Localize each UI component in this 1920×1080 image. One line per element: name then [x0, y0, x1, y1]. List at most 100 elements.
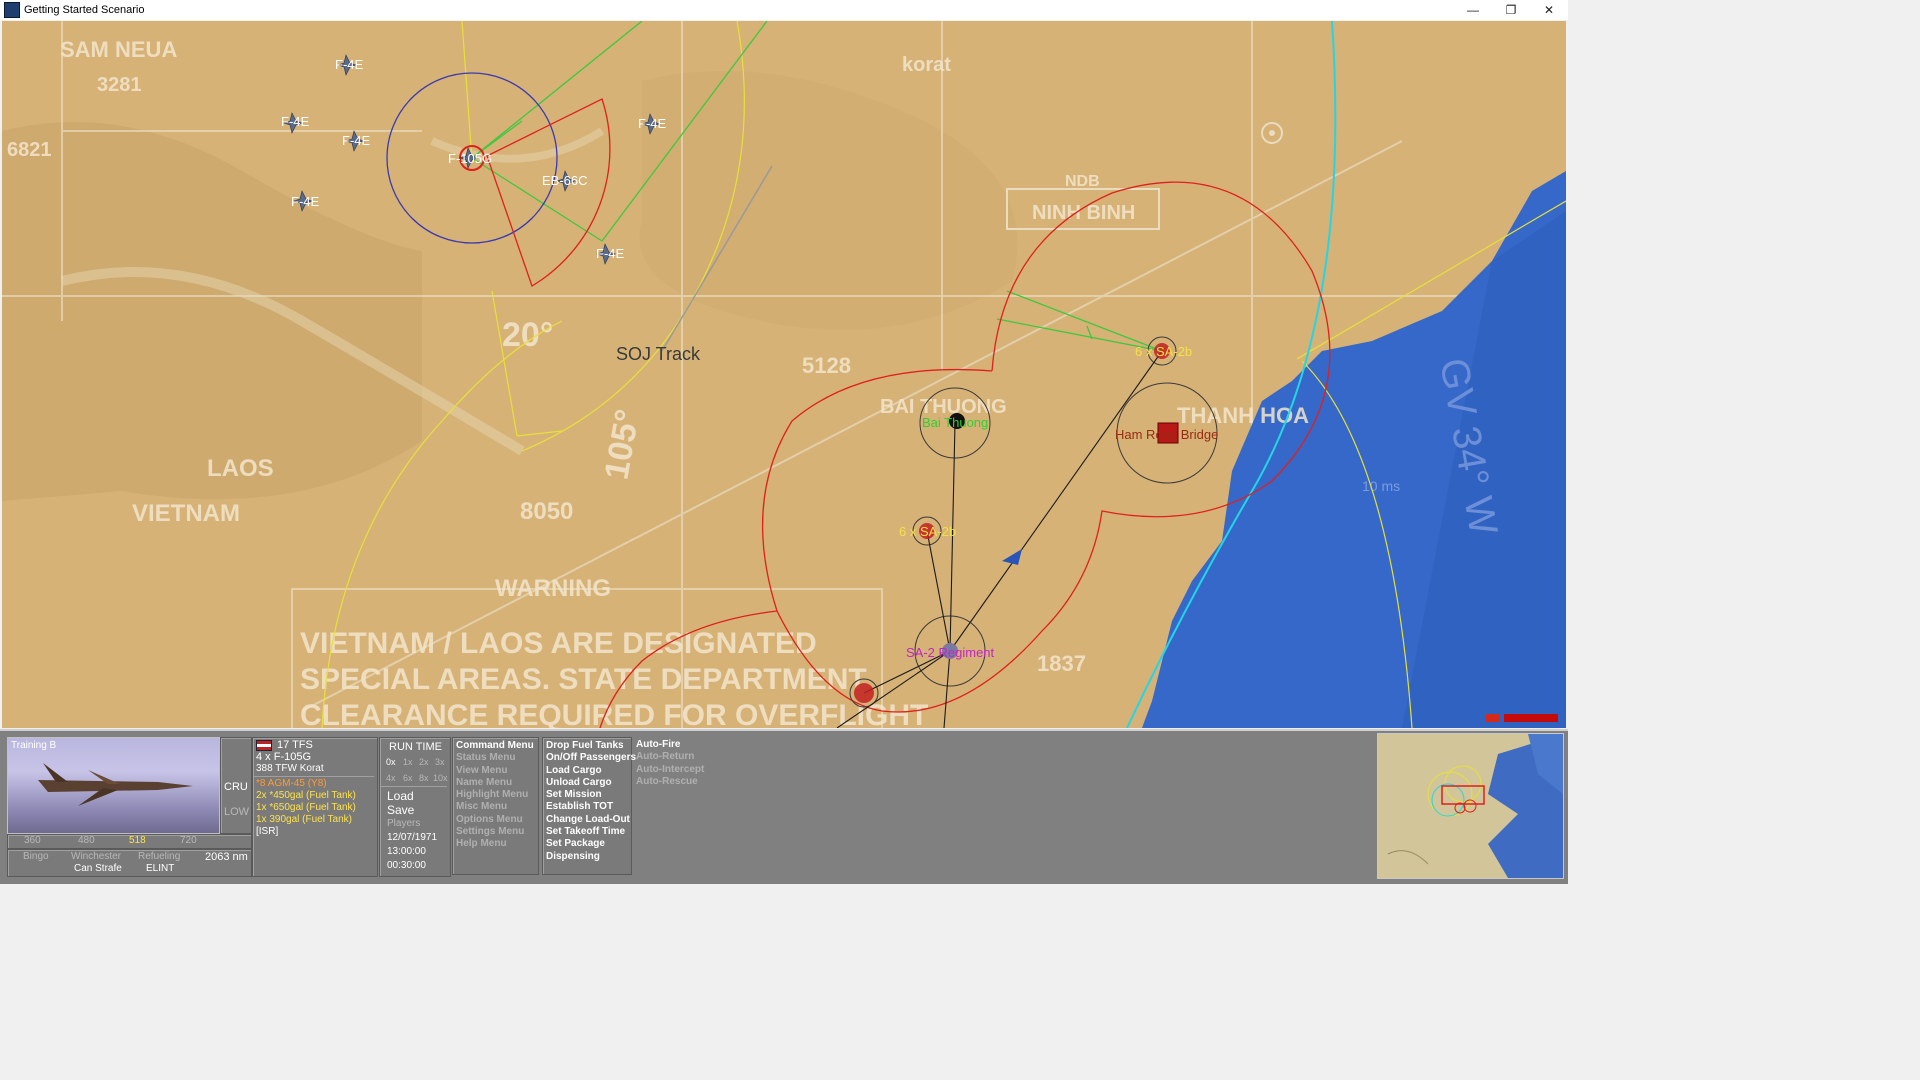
command-list: Drop Fuel Tanks On/Off Passengers Load C…	[542, 737, 636, 875]
auto-intercept-toggle[interactable]: Auto-Intercept	[636, 764, 716, 776]
elapsed-time: 00:30:00	[387, 860, 426, 871]
command-set-takeoff-time[interactable]: Set Takeoff Time	[546, 826, 631, 838]
loadout-item: [ISR]	[256, 826, 279, 837]
auto-rescue-toggle[interactable]: Auto-Rescue	[636, 776, 716, 788]
speed-6x[interactable]: 6x	[403, 772, 413, 784]
auto-fire-toggle[interactable]: Auto-Fire	[636, 739, 716, 751]
command-drop-fuel-tanks[interactable]: Drop Fuel Tanks	[546, 740, 631, 752]
unit-f4e-label[interactable]: F-4E	[291, 194, 320, 209]
close-button[interactable]: ✕	[1530, 3, 1568, 17]
flight-status: Bingo Winchester Refueling 2063 nm Can S…	[7, 849, 252, 877]
menu-command[interactable]: Command Menu	[456, 740, 538, 752]
tactical-map[interactable]: GV 34° W 10 ms SAM NEUA 3281 6821 LAOS V…	[2, 21, 1566, 728]
menu-settings[interactable]: Settings Menu	[456, 826, 538, 838]
command-load-cargo[interactable]: Load Cargo	[546, 765, 631, 777]
command-set-mission[interactable]: Set Mission	[546, 789, 631, 801]
airbase-label[interactable]: Bai Thuong	[922, 415, 988, 430]
unit-eb66c-label[interactable]: EB-66C	[542, 173, 588, 188]
unit-f105g-label[interactable]: F-105G	[448, 151, 492, 166]
unit-thumbnail: Training B	[7, 737, 220, 834]
svg-text:3281: 3281	[97, 74, 142, 96]
command-dispensing[interactable]: Dispensing	[546, 851, 631, 863]
sa2-regiment-label[interactable]: SA-2 Regiment	[906, 645, 995, 660]
svg-text:1837: 1837	[1037, 651, 1086, 676]
svg-text:CLEARANCE REQUIRED FOR OVERFLI: CLEARANCE REQUIRED FOR OVERFLIGHT	[300, 699, 928, 728]
unit-info: 17 TFS 4 x F-105G 388 TFW Korat *8 AGM-4…	[252, 737, 378, 877]
svg-text:20°: 20°	[502, 316, 553, 354]
app-icon	[4, 2, 20, 18]
status-winchester: Winchester	[71, 851, 122, 862]
svg-text:THANH HOA: THANH HOA	[1177, 403, 1309, 428]
status-refueling: Refueling	[138, 851, 181, 862]
menu-view[interactable]: View Menu	[456, 765, 538, 777]
time-controls: RUN TIME 0x 1x 2x 3x 4x 6x 8x 10x Load S…	[379, 737, 451, 877]
svg-text:10 ms: 10 ms	[1362, 478, 1400, 494]
menu-misc[interactable]: Misc Menu	[456, 801, 538, 813]
loadout-item: 1x *650gal (Fuel Tank)	[256, 802, 356, 813]
run-time-label: RUN TIME	[389, 741, 442, 753]
distance-readout: 2063 nm	[205, 851, 248, 863]
speed-3x[interactable]: 3x	[435, 756, 445, 768]
command-change-loadout[interactable]: Change Load-Out	[546, 814, 631, 826]
unit-f4e-label[interactable]: F-4E	[342, 133, 371, 148]
menu-options[interactable]: Options Menu	[456, 814, 538, 826]
sam-site-label[interactable]: 6 x SA-2b	[1135, 344, 1192, 359]
soj-track-label[interactable]: SOJ Track	[616, 344, 701, 364]
speed-8x[interactable]: 8x	[419, 772, 429, 784]
speed-4x[interactable]: 4x	[386, 772, 396, 784]
speed-option[interactable]: 480	[78, 835, 95, 847]
bridge-target-label[interactable]: Ham Rong Bridge	[1115, 427, 1218, 442]
unit-f4e-label[interactable]: F-4E	[596, 246, 625, 261]
svg-text:5128: 5128	[802, 353, 851, 378]
window-title: Getting Started Scenario	[24, 4, 145, 16]
menu-status[interactable]: Status Menu	[456, 752, 538, 764]
command-establish-tot[interactable]: Establish TOT	[546, 801, 631, 813]
speed-10x[interactable]: 10x	[433, 772, 448, 784]
command-unload-cargo[interactable]: Unload Cargo	[546, 777, 631, 789]
speed-0x[interactable]: 0x	[386, 756, 396, 768]
speed-1x[interactable]: 1x	[403, 756, 413, 768]
overview-minimap[interactable]	[1377, 733, 1564, 879]
auto-return-toggle[interactable]: Auto-Return	[636, 751, 716, 763]
side-health-bar	[1504, 714, 1558, 722]
loadout-item: 1x 390gal (Fuel Tank)	[256, 814, 352, 825]
svg-text:NINH BINH: NINH BINH	[1032, 202, 1135, 224]
side-indicator	[1486, 714, 1558, 722]
command-set-package[interactable]: Set Package	[546, 838, 631, 850]
speed-option[interactable]: 720	[180, 835, 197, 847]
status-bingo: Bingo	[23, 851, 49, 862]
speed-option[interactable]: 360	[24, 835, 41, 847]
menu-name[interactable]: Name Menu	[456, 777, 538, 789]
flag-icon	[1486, 714, 1500, 722]
svg-text:SPECIAL AREAS. STATE DEPARTMEN: SPECIAL AREAS. STATE DEPARTMENT	[300, 663, 867, 696]
game-date: 12/07/1971	[387, 832, 438, 843]
sam-site-label[interactable]: 6 x SA-2b	[899, 524, 956, 539]
svg-text:NDB: NDB	[1065, 173, 1100, 190]
unit-f4e-label[interactable]: F-4E	[335, 57, 364, 72]
svg-text:8050: 8050	[520, 498, 573, 525]
altitude-speed-mode: CRU LOW	[220, 737, 252, 834]
us-flag-icon	[256, 740, 272, 751]
unit-count: 4 x F-105G	[256, 751, 312, 763]
menu-help[interactable]: Help Menu	[456, 838, 538, 850]
players-button[interactable]: Players	[387, 818, 420, 830]
mode-cru[interactable]: CRU	[224, 781, 248, 793]
svg-text:WARNING: WARNING	[495, 575, 611, 602]
save-button[interactable]: Save	[387, 804, 414, 816]
mode-low[interactable]: LOW	[224, 806, 249, 818]
minimize-button[interactable]: —	[1454, 3, 1492, 17]
main-menus: Command Menu Status Menu View Menu Name …	[452, 737, 539, 875]
speed-2x[interactable]: 2x	[419, 756, 429, 768]
unit-f4e-label[interactable]: F-4E	[638, 116, 667, 131]
speed-selector: 360 480 518 720	[7, 834, 252, 849]
game-time: 13:00:00	[387, 846, 426, 857]
restore-button[interactable]: ❐	[1492, 3, 1530, 17]
unit-f4e-label[interactable]: F-4E	[281, 114, 310, 129]
status-can-strafe: Can Strafe	[74, 863, 122, 874]
load-button[interactable]: Load	[387, 790, 414, 802]
svg-text:LAOS: LAOS	[207, 455, 274, 482]
speed-option-selected[interactable]: 518	[129, 835, 146, 847]
loadout-item: *8 AGM-45 (Y8)	[256, 778, 327, 789]
command-passengers[interactable]: On/Off Passengers	[546, 752, 636, 764]
menu-highlight[interactable]: Highlight Menu	[456, 789, 538, 801]
